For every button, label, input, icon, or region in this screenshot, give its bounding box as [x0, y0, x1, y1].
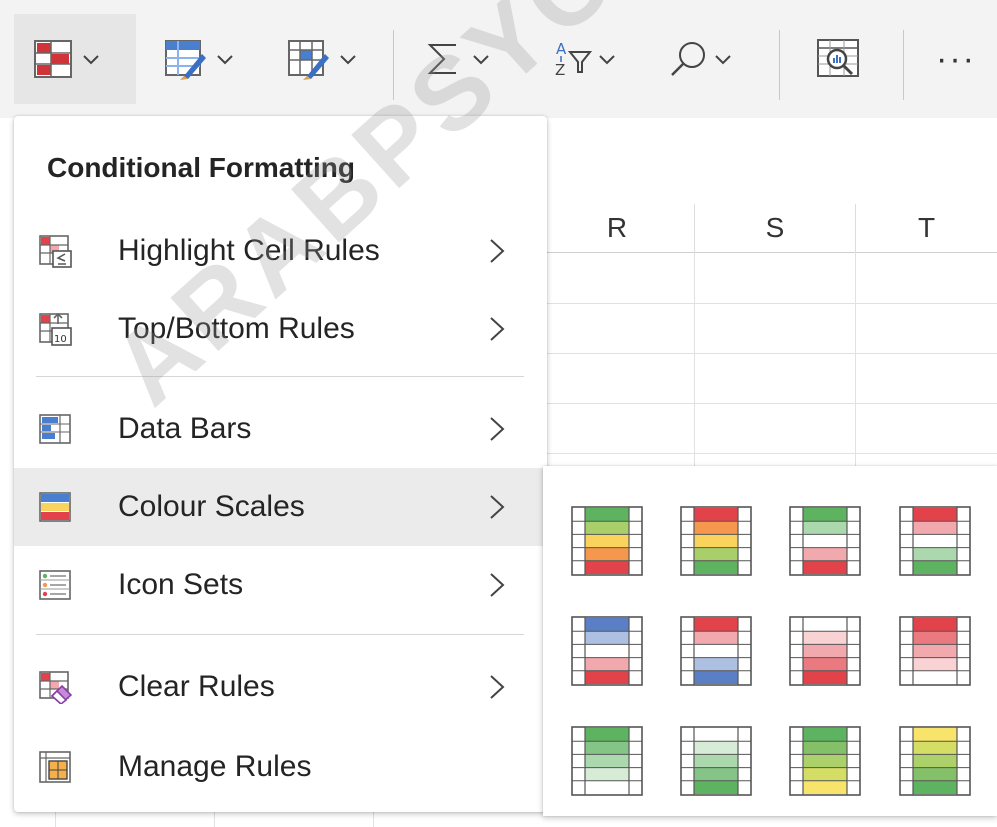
autosum-button[interactable] — [410, 14, 530, 104]
row-gridline — [540, 303, 997, 304]
more-options-button[interactable]: ··· — [922, 14, 997, 104]
ribbon-separator — [903, 30, 904, 100]
format-as-table-icon — [165, 40, 206, 80]
chevron-right-icon — [490, 317, 505, 341]
chevron-down-icon — [715, 55, 731, 65]
analyze-data-icon — [817, 39, 859, 77]
svg-text:10: 10 — [54, 334, 67, 345]
column-header-r[interactable]: R — [540, 204, 695, 253]
colour-scale-white-green[interactable] — [680, 726, 752, 796]
colour-scale-green-yellow-red[interactable] — [571, 506, 643, 576]
column-gridline — [55, 812, 56, 827]
column-header-t[interactable]: T — [856, 204, 997, 253]
menu-title: Conditional Formatting — [47, 152, 355, 183]
colour-scale-red-yellow-green[interactable] — [680, 506, 752, 576]
row-gridline — [540, 453, 997, 454]
chevron-down-icon — [473, 55, 489, 65]
colour-scale-white-red[interactable] — [789, 616, 861, 686]
menu-item-colour-scales[interactable]: Colour Scales — [14, 468, 547, 546]
menu-item-label: Top/Bottom Rules — [118, 312, 355, 345]
colour-scale-green-yellow[interactable] — [789, 726, 861, 796]
ribbon-toolbar: A Z ··· — [0, 0, 997, 119]
menu-item-label: Highlight Cell Rules — [118, 234, 380, 267]
colour-scales-submenu — [543, 466, 997, 816]
column-header-s[interactable]: S — [695, 204, 856, 253]
chevron-down-icon — [217, 55, 233, 65]
menu-item-clear-rules[interactable]: Clear Rules — [14, 648, 547, 726]
conditional-formatting-menu: Conditional Formatting Highlight Cell Ru… — [14, 116, 547, 812]
cell-styles-button[interactable] — [275, 14, 385, 104]
row-gridline — [540, 403, 997, 404]
ribbon-separator — [393, 30, 394, 100]
column-gridline — [694, 252, 695, 467]
icon-sets-icon — [39, 570, 71, 600]
conditional-formatting-icon — [34, 40, 72, 78]
colour-scale-red-white-blue[interactable] — [680, 616, 752, 686]
analyze-data-button[interactable] — [800, 14, 882, 104]
sort-filter-button[interactable]: A Z — [540, 14, 638, 104]
chevron-down-icon — [340, 55, 356, 65]
menu-item-label: Manage Rules — [118, 750, 312, 783]
ribbon-separator — [779, 30, 780, 100]
colour-scale-red-white-green[interactable] — [899, 506, 971, 576]
chevron-down-icon — [83, 55, 99, 65]
row-gridline — [540, 353, 997, 354]
highlight-cell-rules-icon — [39, 235, 72, 268]
data-bars-icon — [39, 414, 71, 444]
menu-item-data-bars[interactable]: Data Bars — [14, 390, 547, 468]
menu-item-label: Clear Rules — [118, 670, 275, 703]
cell-styles-icon — [288, 40, 329, 80]
column-gridline — [373, 812, 374, 827]
autosum-icon — [427, 44, 456, 74]
menu-separator — [36, 376, 524, 377]
chevron-right-icon — [490, 239, 505, 263]
chevron-right-icon — [490, 495, 505, 519]
colour-scale-red-white[interactable] — [899, 616, 971, 686]
svg-text:A: A — [556, 40, 567, 58]
menu-item-top-bottom-rules[interactable]: 10 Top/Bottom Rules — [14, 290, 547, 368]
menu-item-highlight-cell-rules[interactable]: Highlight Cell Rules — [14, 212, 547, 290]
menu-item-icon-sets[interactable]: Icon Sets — [14, 546, 547, 624]
sort-filter-icon: A Z — [555, 40, 593, 79]
menu-item-manage-rules[interactable]: Manage Rules — [14, 728, 547, 806]
chevron-right-icon — [490, 573, 505, 597]
chevron-right-icon — [490, 675, 505, 699]
menu-item-label: Data Bars — [118, 412, 252, 445]
conditional-formatting-button[interactable] — [14, 14, 136, 104]
manage-rules-icon — [39, 751, 71, 783]
chevron-right-icon — [490, 417, 505, 441]
top-bottom-rules-icon: 10 — [39, 312, 72, 346]
more-icon: ··· — [936, 39, 976, 78]
colour-scale-green-white[interactable] — [571, 726, 643, 796]
chevron-down-icon — [599, 55, 615, 65]
column-gridline — [214, 812, 215, 827]
colour-scales-icon — [39, 492, 71, 522]
colour-scale-green-white-red[interactable] — [789, 506, 861, 576]
column-gridline — [855, 252, 856, 467]
colour-scale-blue-white-red[interactable] — [571, 616, 643, 686]
menu-item-label: Colour Scales — [118, 490, 305, 523]
format-as-table-button[interactable] — [150, 14, 268, 104]
find-button[interactable] — [640, 14, 770, 104]
menu-item-label: Icon Sets — [118, 568, 244, 601]
clear-rules-icon — [39, 671, 72, 704]
menu-separator — [36, 634, 524, 635]
svg-text:Z: Z — [555, 61, 565, 79]
colour-scale-yellow-green[interactable] — [899, 726, 971, 796]
find-icon — [671, 42, 705, 76]
